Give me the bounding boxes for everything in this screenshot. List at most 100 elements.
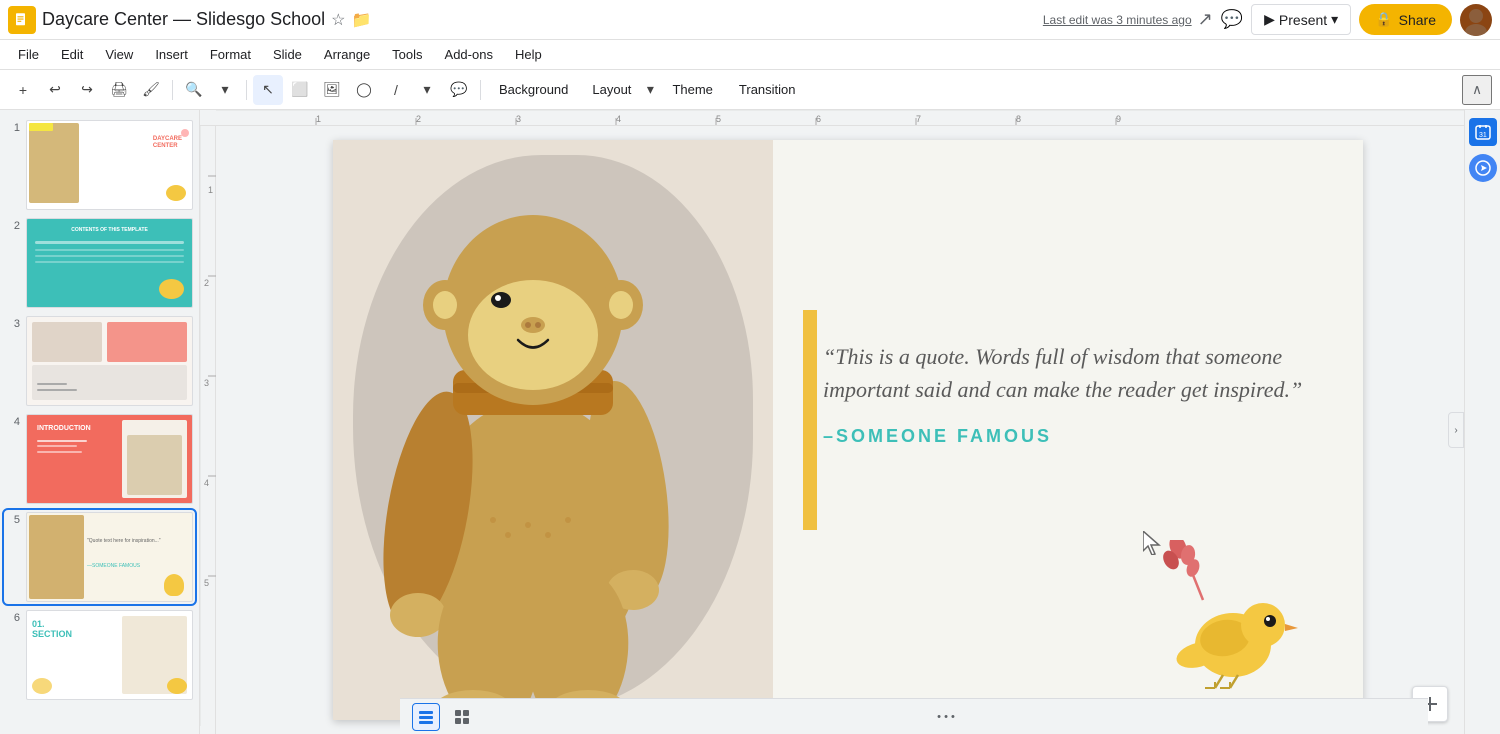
main-area: 1 DAYCARECENTER 2 CONTENTS OF THIS TEMPL… (0, 110, 1500, 734)
expand-right-btn[interactable]: › (1448, 412, 1464, 448)
share-button[interactable]: 🔒 Share (1359, 4, 1452, 35)
slide-num-6: 6 (6, 612, 20, 624)
menu-help[interactable]: Help (505, 43, 552, 66)
menu-edit[interactable]: Edit (51, 43, 93, 66)
slide-panel: 1 DAYCARECENTER 2 CONTENTS OF THIS TEMPL… (0, 110, 200, 734)
comments-icon[interactable]: 💬 (1221, 9, 1243, 30)
background-button[interactable]: Background (487, 78, 580, 101)
print-btn[interactable]: 🖨 (104, 75, 134, 105)
calendar-icon[interactable]: 31 (1469, 118, 1497, 146)
share-label: Share (1399, 12, 1436, 28)
user-avatar[interactable] (1460, 4, 1492, 36)
menu-tools[interactable]: Tools (382, 43, 432, 66)
line-dropdown-btn[interactable]: ▾ (412, 75, 442, 105)
folder-icon[interactable]: 📁 (351, 10, 371, 30)
monkey-illustration (333, 140, 773, 720)
select-btn[interactable]: ↖ (253, 75, 283, 105)
theme-button[interactable]: Theme (660, 78, 724, 101)
new-slide-btn[interactable]: + (8, 75, 38, 105)
toolbar: + ↩ ↪ 🖨 🖌 🔍 ▾ ↖ ⬜ 🖼 ◯ / ▾ 💬 Background L… (0, 70, 1500, 110)
layout-group: Layout ▾ (582, 75, 658, 105)
quote-author: –SOMEONE FAMOUS (823, 426, 1303, 447)
line-btn[interactable]: / (381, 75, 411, 105)
grid-view-btn[interactable] (448, 703, 476, 731)
canvas-area[interactable]: “This is a quote. Words full of wisdom t… (232, 126, 1464, 734)
svg-text:5: 5 (716, 114, 721, 124)
activity-icon[interactable]: ↗ (1198, 9, 1213, 30)
image-btn[interactable]: 🖼 (317, 75, 347, 105)
svg-text:4: 4 (204, 478, 209, 488)
slide-photo-area (333, 140, 773, 720)
svg-text:5: 5 (204, 578, 209, 588)
toolbar-divider-2 (246, 80, 247, 100)
slide-item-3[interactable]: 3 (4, 314, 195, 408)
slide-item-5[interactable]: 5 "Quote text here for inspiration..." —… (4, 510, 195, 604)
title-bar: Daycare Center — Slidesgo School ☆ 📁 Las… (0, 0, 1500, 40)
menu-bar: File Edit View Insert Format Slide Arran… (0, 40, 1500, 70)
menu-insert[interactable]: Insert (145, 43, 198, 66)
slide-count: • • • (937, 711, 955, 723)
zoom-select-btn[interactable]: 🔍 (179, 75, 209, 105)
canvas-wrapper: 1 2 3 4 5 6 7 8 9 (200, 110, 1464, 734)
slide-thumb-5: "Quote text here for inspiration..." —SO… (26, 512, 193, 602)
right-sidebar: 31 (1464, 110, 1500, 734)
svg-text:7: 7 (916, 114, 921, 124)
undo-btn[interactable]: ↩ (40, 75, 70, 105)
svg-text:6: 6 (816, 114, 821, 124)
quote-text: “This is a quote. Words full of wisdom t… (823, 340, 1303, 406)
present-label: Present (1279, 12, 1327, 28)
menu-slide[interactable]: Slide (263, 43, 312, 66)
header-actions: ↗ 💬 ▶ Present ▾ 🔒 Share (1198, 4, 1492, 36)
comment-btn[interactable]: 💬 (444, 75, 474, 105)
last-edit-label[interactable]: Last edit was 3 minutes ago (1043, 13, 1192, 27)
menu-view[interactable]: View (95, 43, 143, 66)
svg-text:3: 3 (204, 378, 209, 388)
title-icons: ☆ 📁 (331, 10, 371, 30)
zoom-dropdown-btn[interactable]: ▾ (210, 75, 240, 105)
slide-thumb-6: 01.SECTION (26, 610, 193, 700)
redo-btn[interactable]: ↪ (72, 75, 102, 105)
quote-accent-bar (803, 310, 817, 530)
menu-arrange[interactable]: Arrange (314, 43, 380, 66)
slide-num-2: 2 (6, 220, 20, 232)
slide-item-1[interactable]: 1 DAYCARECENTER (4, 118, 195, 212)
menu-addons[interactable]: Add-ons (435, 43, 503, 66)
lock-icon: 🔒 (1375, 11, 1392, 28)
slide-num-5: 5 (6, 514, 20, 526)
slide-item-6[interactable]: 6 01.SECTION (4, 608, 195, 702)
paint-format-btn[interactable]: 🖌 (136, 75, 166, 105)
quote-area: “This is a quote. Words full of wisdom t… (823, 340, 1303, 447)
svg-text:2: 2 (416, 114, 421, 124)
shapes-group-btn[interactable]: ◯ (349, 75, 379, 105)
shape-btn[interactable]: ⬜ (285, 75, 315, 105)
slide-item-4[interactable]: 4 INTRODUCTION (4, 412, 195, 506)
slide-thumb-2: CONTENTS OF THIS TEMPLATE (26, 218, 193, 308)
doc-title: Daycare Center — Slidesgo School (42, 9, 325, 30)
svg-text:31: 31 (1479, 132, 1487, 139)
svg-text:4: 4 (616, 114, 621, 124)
app-icon (8, 6, 36, 34)
svg-text:9: 9 (1116, 114, 1121, 124)
menu-file[interactable]: File (8, 43, 49, 66)
present-icon: ▶ (1264, 11, 1275, 28)
list-view-btn[interactable] (412, 703, 440, 731)
collapse-toolbar-btn[interactable]: ∧ (1462, 75, 1492, 105)
present-button[interactable]: ▶ Present ▾ (1251, 4, 1351, 35)
bottom-left-controls (412, 703, 476, 731)
present-dropdown-icon[interactable]: ▾ (1331, 11, 1338, 28)
line-group: / ▾ (381, 75, 442, 105)
ruler-horizontal: 1 2 3 4 5 6 7 8 9 (200, 110, 1464, 126)
layout-button[interactable]: Layout (582, 78, 641, 101)
slide-num-4: 4 (6, 416, 20, 428)
menu-format[interactable]: Format (200, 43, 261, 66)
slide-item-2[interactable]: 2 CONTENTS OF THIS TEMPLATE (4, 216, 195, 310)
layout-dropdown-btn[interactable]: ▾ (642, 75, 658, 105)
explore-icon[interactable] (1469, 154, 1497, 182)
slide-canvas: “This is a quote. Words full of wisdom t… (333, 140, 1363, 720)
svg-text:8: 8 (1016, 114, 1021, 124)
transition-button[interactable]: Transition (727, 78, 808, 101)
star-icon[interactable]: ☆ (331, 10, 345, 30)
slide-thumb-1: DAYCARECENTER (26, 120, 193, 210)
toolbar-divider-1 (172, 80, 173, 100)
svg-text:2: 2 (204, 278, 209, 288)
